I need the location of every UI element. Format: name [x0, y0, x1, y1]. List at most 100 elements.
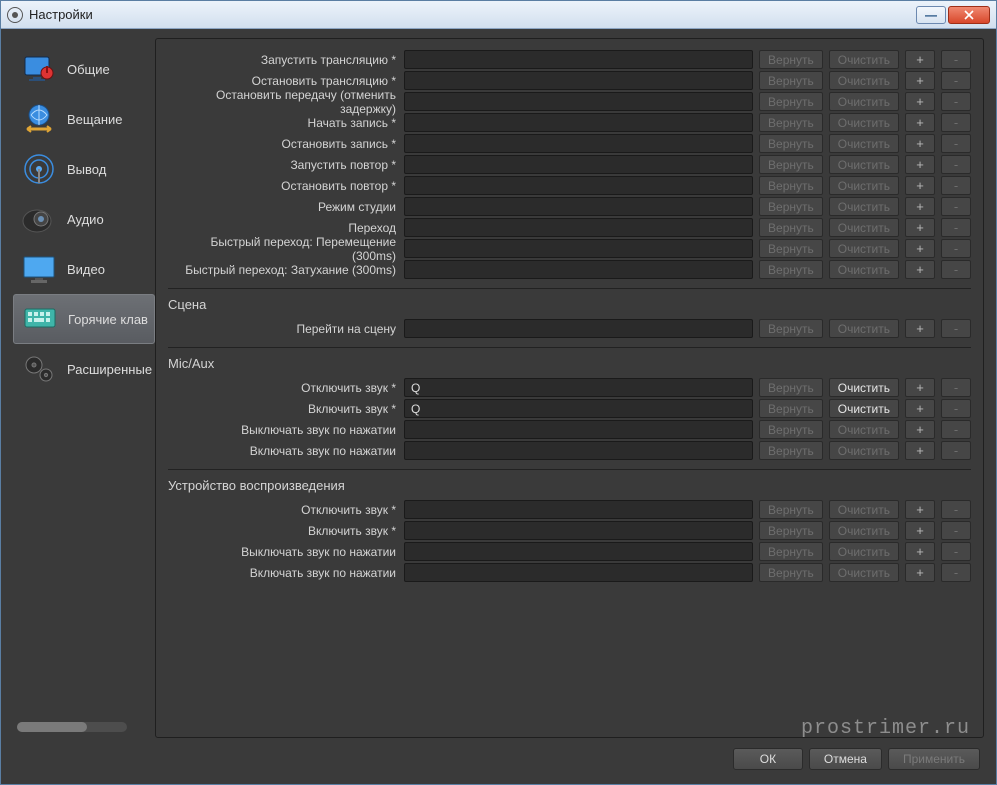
minimize-button[interactable]: — [916, 6, 946, 24]
clear-button[interactable]: Очистить [829, 500, 899, 519]
remove-hotkey-button[interactable]: - [941, 378, 971, 397]
remove-hotkey-button[interactable]: - [941, 319, 971, 338]
add-hotkey-button[interactable]: + [905, 521, 935, 540]
hotkey-input[interactable] [404, 218, 753, 237]
clear-button[interactable]: Очистить [829, 378, 899, 397]
remove-hotkey-button[interactable]: - [941, 239, 971, 258]
revert-button[interactable]: Вернуть [759, 542, 823, 561]
add-hotkey-button[interactable]: + [905, 441, 935, 460]
sidebar-item-audio[interactable]: Аудио [13, 194, 155, 244]
sidebar-item-hotkeys[interactable]: Горячие клав [13, 294, 155, 344]
hotkey-input[interactable] [404, 197, 753, 216]
remove-hotkey-button[interactable]: - [941, 218, 971, 237]
sidebar-item-video[interactable]: Видео [13, 244, 155, 294]
clear-button[interactable]: Очистить [829, 441, 899, 460]
revert-button[interactable]: Вернуть [759, 71, 823, 90]
add-hotkey-button[interactable]: + [905, 134, 935, 153]
hotkey-input[interactable] [404, 176, 753, 195]
revert-button[interactable]: Вернуть [759, 399, 823, 418]
add-hotkey-button[interactable]: + [905, 197, 935, 216]
remove-hotkey-button[interactable]: - [941, 155, 971, 174]
sidebar-item-general[interactable]: Общие [13, 44, 155, 94]
remove-hotkey-button[interactable]: - [941, 92, 971, 111]
revert-button[interactable]: Вернуть [759, 218, 823, 237]
revert-button[interactable]: Вернуть [759, 50, 823, 69]
revert-button[interactable]: Вернуть [759, 319, 823, 338]
add-hotkey-button[interactable]: + [905, 319, 935, 338]
revert-button[interactable]: Вернуть [759, 260, 823, 279]
hotkey-input[interactable] [404, 239, 753, 258]
sidebar-item-stream[interactable]: Вещание [13, 94, 155, 144]
clear-button[interactable]: Очистить [829, 319, 899, 338]
hotkey-input[interactable] [404, 521, 753, 540]
add-hotkey-button[interactable]: + [905, 500, 935, 519]
revert-button[interactable]: Вернуть [759, 500, 823, 519]
remove-hotkey-button[interactable]: - [941, 441, 971, 460]
hotkey-input[interactable] [404, 542, 753, 561]
hotkey-input[interactable] [404, 500, 753, 519]
revert-button[interactable]: Вернуть [759, 113, 823, 132]
add-hotkey-button[interactable]: + [905, 50, 935, 69]
remove-hotkey-button[interactable]: - [941, 563, 971, 582]
add-hotkey-button[interactable]: + [905, 92, 935, 111]
hotkey-input[interactable] [404, 420, 753, 439]
clear-button[interactable]: Очистить [829, 113, 899, 132]
clear-button[interactable]: Очистить [829, 50, 899, 69]
revert-button[interactable]: Вернуть [759, 420, 823, 439]
remove-hotkey-button[interactable]: - [941, 50, 971, 69]
remove-hotkey-button[interactable]: - [941, 260, 971, 279]
cancel-button[interactable]: Отмена [809, 748, 882, 770]
hotkey-input[interactable] [404, 92, 753, 111]
hotkey-input[interactable] [404, 563, 753, 582]
clear-button[interactable]: Очистить [829, 176, 899, 195]
clear-button[interactable]: Очистить [829, 260, 899, 279]
ok-button[interactable]: ОК [733, 748, 803, 770]
clear-button[interactable]: Очистить [829, 92, 899, 111]
remove-hotkey-button[interactable]: - [941, 176, 971, 195]
add-hotkey-button[interactable]: + [905, 113, 935, 132]
revert-button[interactable]: Вернуть [759, 239, 823, 258]
hotkey-input[interactable] [404, 260, 753, 279]
hotkey-input[interactable] [404, 399, 753, 418]
apply-button[interactable]: Применить [888, 748, 980, 770]
remove-hotkey-button[interactable]: - [941, 134, 971, 153]
revert-button[interactable]: Вернуть [759, 92, 823, 111]
revert-button[interactable]: Вернуть [759, 134, 823, 153]
hotkey-input[interactable] [404, 155, 753, 174]
remove-hotkey-button[interactable]: - [941, 113, 971, 132]
add-hotkey-button[interactable]: + [905, 218, 935, 237]
add-hotkey-button[interactable]: + [905, 71, 935, 90]
add-hotkey-button[interactable]: + [905, 260, 935, 279]
clear-button[interactable]: Очистить [829, 155, 899, 174]
clear-button[interactable]: Очистить [829, 420, 899, 439]
revert-button[interactable]: Вернуть [759, 378, 823, 397]
remove-hotkey-button[interactable]: - [941, 420, 971, 439]
clear-button[interactable]: Очистить [829, 399, 899, 418]
add-hotkey-button[interactable]: + [905, 420, 935, 439]
hotkey-input[interactable] [404, 71, 753, 90]
hotkey-input[interactable] [404, 378, 753, 397]
clear-button[interactable]: Очистить [829, 218, 899, 237]
remove-hotkey-button[interactable]: - [941, 500, 971, 519]
remove-hotkey-button[interactable]: - [941, 542, 971, 561]
sidebar-scrollbar[interactable] [17, 722, 127, 732]
revert-button[interactable]: Вернуть [759, 521, 823, 540]
add-hotkey-button[interactable]: + [905, 239, 935, 258]
revert-button[interactable]: Вернуть [759, 197, 823, 216]
remove-hotkey-button[interactable]: - [941, 71, 971, 90]
close-button[interactable] [948, 6, 990, 24]
clear-button[interactable]: Очистить [829, 563, 899, 582]
add-hotkey-button[interactable]: + [905, 399, 935, 418]
clear-button[interactable]: Очистить [829, 239, 899, 258]
revert-button[interactable]: Вернуть [759, 155, 823, 174]
hotkey-input[interactable] [404, 134, 753, 153]
hotkey-input[interactable] [404, 441, 753, 460]
add-hotkey-button[interactable]: + [905, 176, 935, 195]
revert-button[interactable]: Вернуть [759, 441, 823, 460]
revert-button[interactable]: Вернуть [759, 563, 823, 582]
add-hotkey-button[interactable]: + [905, 155, 935, 174]
revert-button[interactable]: Вернуть [759, 176, 823, 195]
hotkey-input[interactable] [404, 113, 753, 132]
add-hotkey-button[interactable]: + [905, 378, 935, 397]
remove-hotkey-button[interactable]: - [941, 197, 971, 216]
